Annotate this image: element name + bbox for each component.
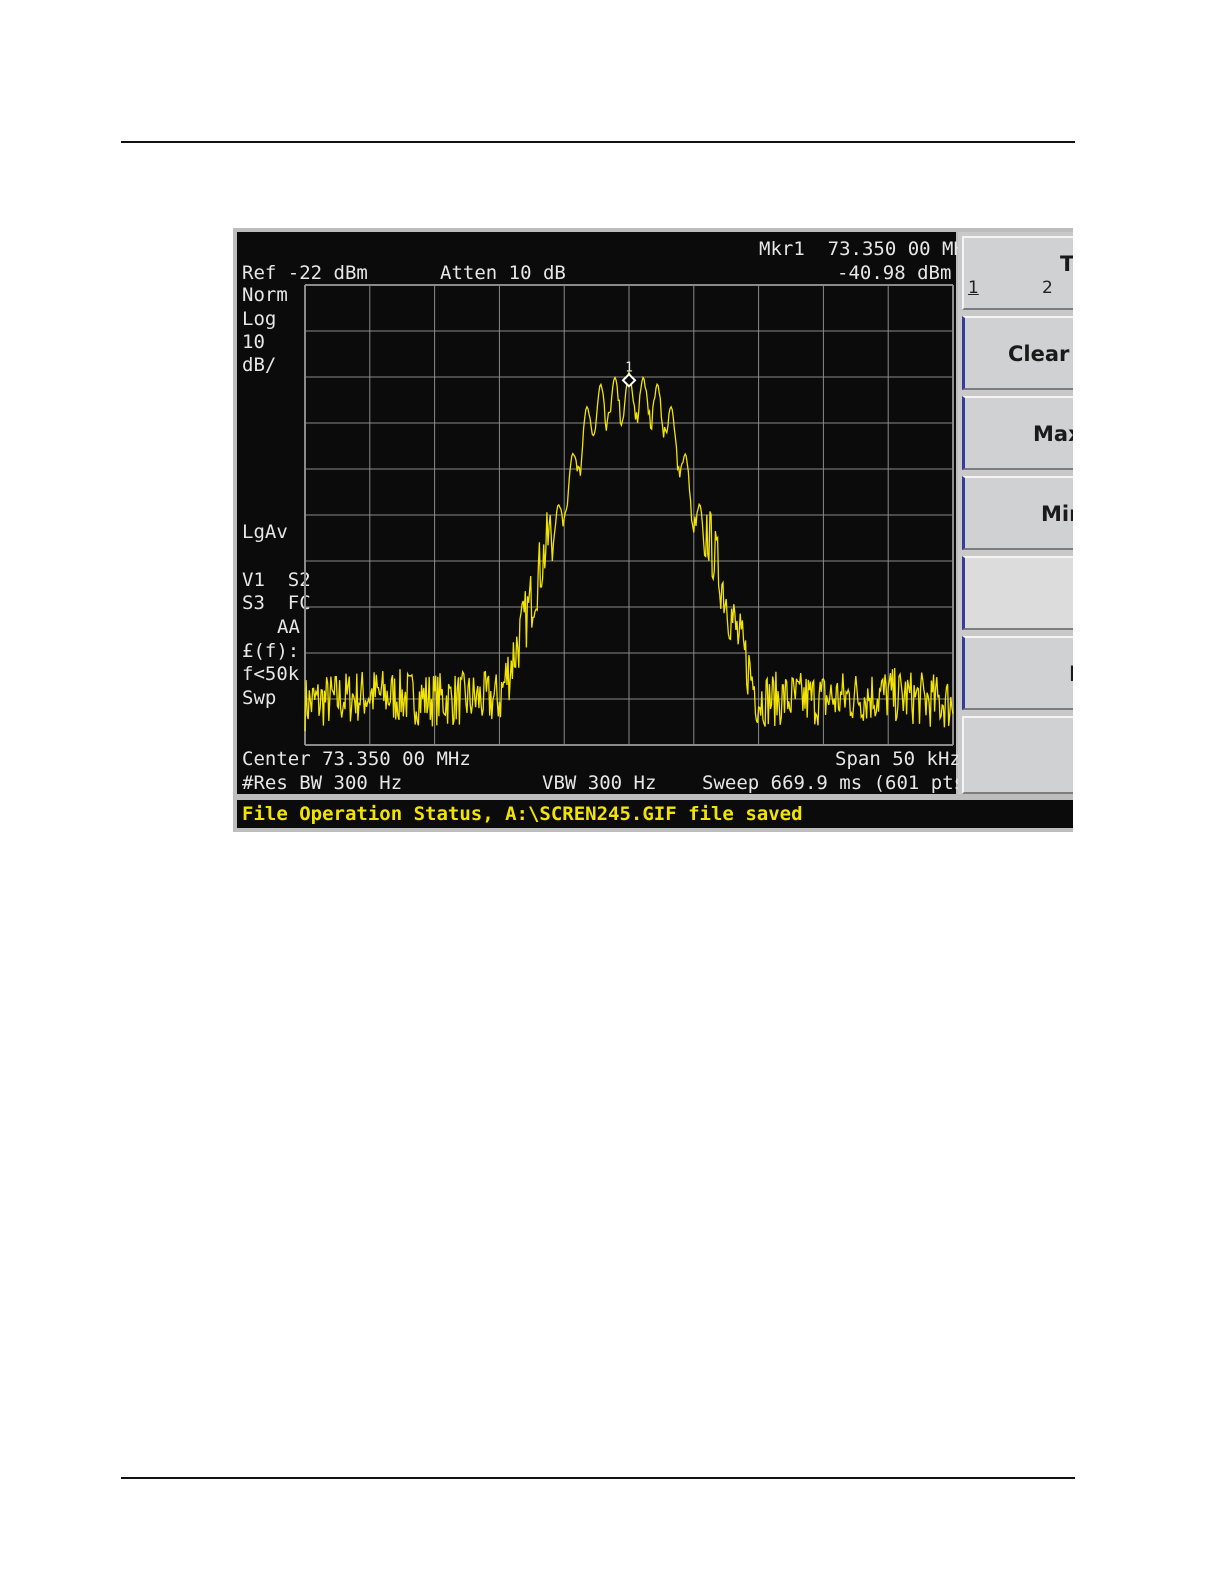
video-bandwidth: VBW 300 Hz [542, 772, 657, 794]
trace-2-option[interactable]: 2 [1042, 278, 1053, 298]
marker-diamond-icon [621, 372, 637, 388]
clear-write-label: Clear [1008, 342, 1070, 366]
view-blank-softkey[interactable]: I [962, 636, 1073, 710]
center-frequency: Center 73.350 00 MHz [242, 748, 471, 770]
bottom-rule [121, 1477, 1075, 1479]
min-hold-label: Min [1041, 502, 1073, 526]
analyzer-display: Mkr1 73.350 00 MHz -40.98 dBm Ref -22 dB… [237, 232, 977, 794]
resolution-bandwidth: #Res BW 300 Hz [242, 772, 403, 794]
view-blank-label: I [1069, 662, 1073, 686]
min-hold-softkey[interactable]: Min [962, 476, 1073, 550]
more-softkey[interactable] [962, 716, 1073, 794]
status-bar: File Operation Status, A:\SCREN245.GIF f… [237, 800, 1073, 828]
softkey-panel: T 1 2 Clear Max Min I [958, 232, 1073, 794]
file-status-message: File Operation Status, A:\SCREN245.GIF f… [242, 803, 803, 825]
analyzer-screenshot: Mkr1 73.350 00 MHz -40.98 dBm Ref -22 dB… [233, 228, 1073, 832]
marker-1: 1 [621, 360, 637, 388]
max-hold-label: Max [1033, 422, 1073, 446]
spectrum-plot: 1 [304, 284, 954, 746]
frequency-span: Span 50 kHz [835, 748, 961, 770]
trace-1-option[interactable]: 1 [968, 278, 979, 298]
trace-selector-softkey[interactable]: T 1 2 [962, 236, 1073, 310]
blank-softkey[interactable] [962, 556, 1073, 630]
max-hold-softkey[interactable]: Max [962, 396, 1073, 470]
top-rule [121, 141, 1075, 143]
clear-write-softkey[interactable]: Clear [962, 316, 1073, 390]
trace-title: T [1060, 252, 1073, 276]
sweep-time: Sweep 669.9 ms (601 pts) [702, 772, 977, 794]
